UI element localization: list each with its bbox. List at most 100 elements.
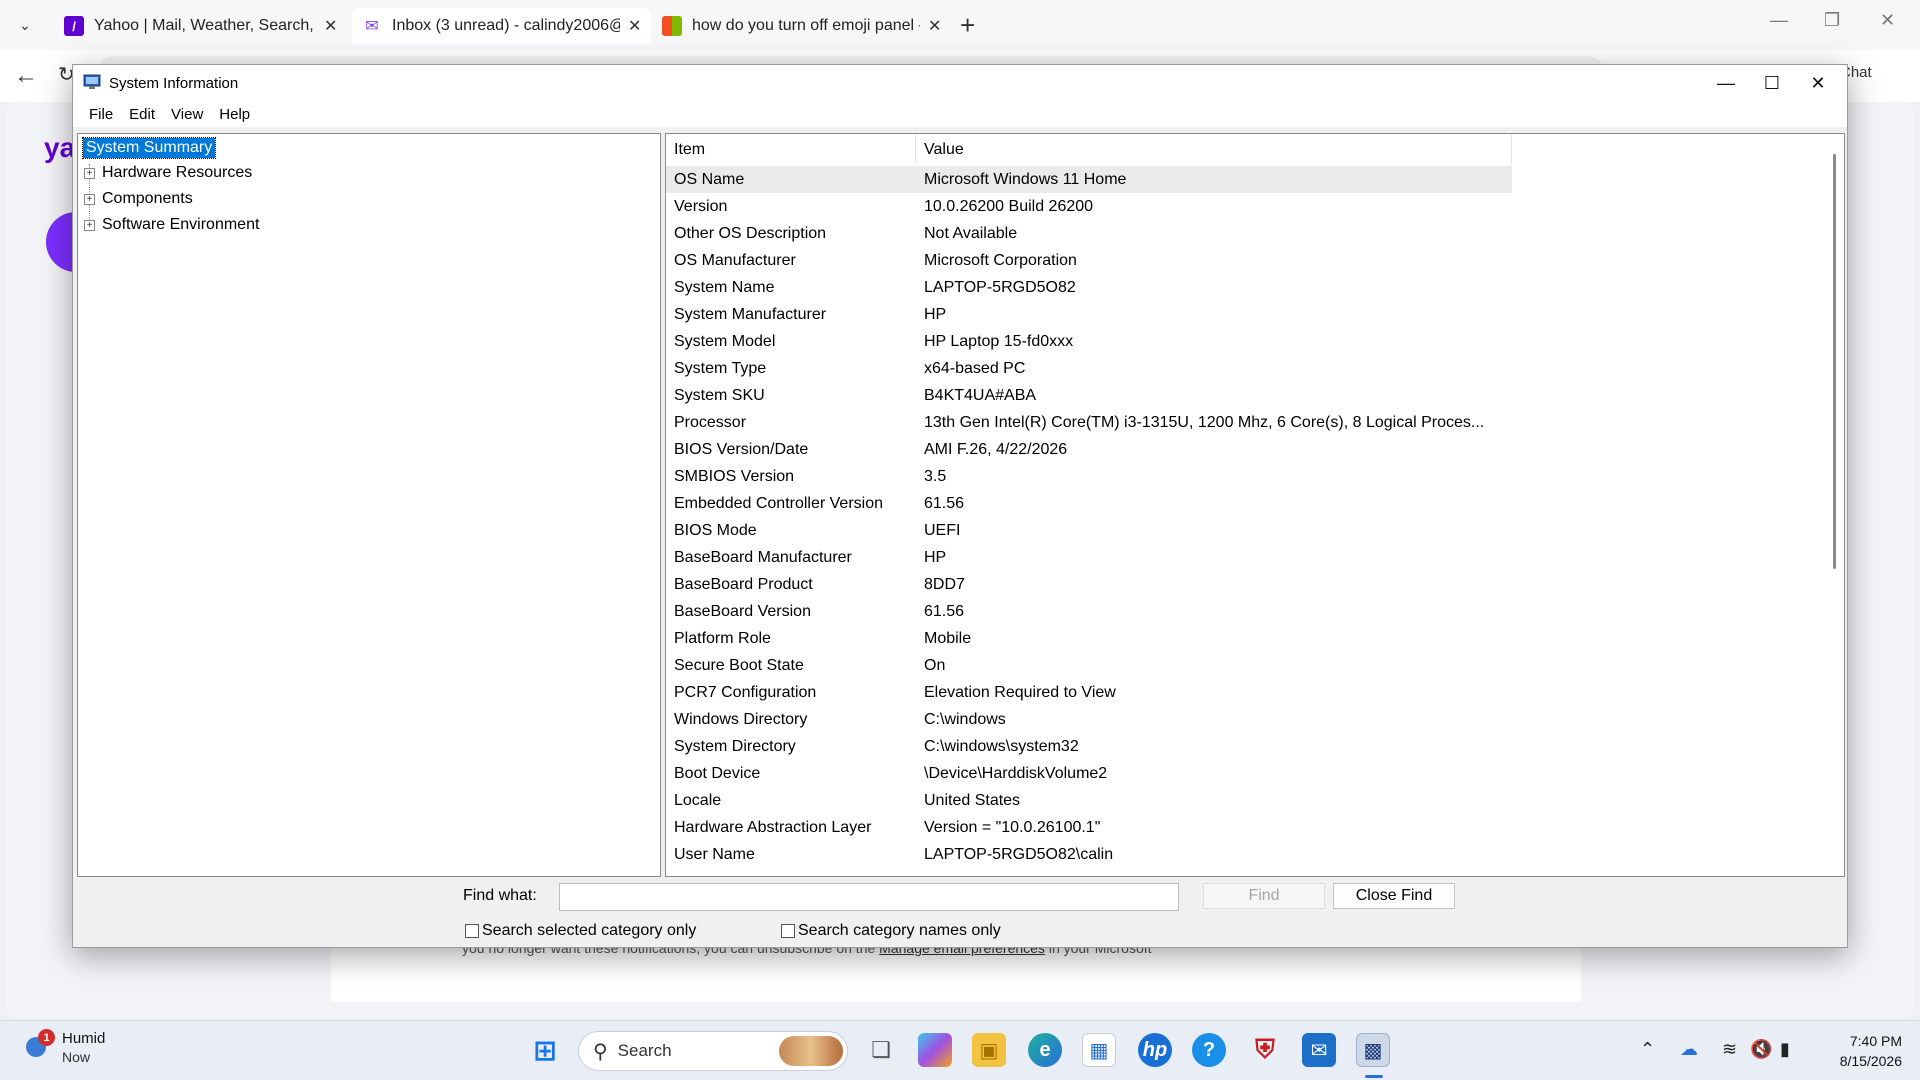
row-value-cell: 61.56 [924,494,965,512]
onedrive-cloud-icon[interactable]: ☁ [1680,1039,1698,1060]
browser-tab-yahoo[interactable]: / Yahoo | Mail, Weather, Search, Politic… [54,8,347,44]
new-tab-plus-icon[interactable]: + [960,10,975,41]
row-value-cell: HP [924,548,947,566]
copilot-icon[interactable] [918,1033,952,1067]
vertical-scrollbar[interactable] [1828,134,1842,876]
table-row[interactable]: Locale United States [666,787,1826,814]
window-title-bar[interactable]: System Information — ☐ ✕ [73,65,1847,101]
battery-icon[interactable]: ▮ [1780,1039,1790,1060]
table-row[interactable]: BIOS Version/Date AMI F.26, 4/22/2026 [666,436,1826,463]
expand-plus-icon[interactable]: + [84,220,95,231]
table-row[interactable]: OS Manufacturer Microsoft Corporation [666,247,1826,274]
list-rows: OS Name Microsoft Windows 11 Home Version 1… [666,166,1826,868]
minimize-icon[interactable]: — [1703,69,1749,97]
back-arrow-icon[interactable]: ← [14,62,38,90]
table-row[interactable]: Platform Role Mobile [666,625,1826,652]
table-row[interactable]: System Type x64-based PC [666,355,1826,382]
outlook-icon[interactable]: ✉ [1302,1033,1336,1067]
row-value-cell: 13th Gen Intel(R) Core(TM) i3-1315U, 120… [924,413,1485,431]
table-row[interactable]: System SKU B4KT4UA#ABA [666,382,1826,409]
table-row[interactable]: BIOS Mode UEFI [666,517,1826,544]
row-item-cell: Locale [674,791,722,809]
checkbox-square[interactable] [465,924,479,938]
tree-item-system-summary[interactable]: System Summary [81,137,217,159]
close-tab-icon[interactable]: ✕ [324,16,337,36]
table-row[interactable]: Processor 13th Gen Intel(R) Core(TM) i3-1… [666,409,1826,436]
row-item-cell: Secure Boot State [674,656,804,674]
system-information-taskbar-icon[interactable]: ▩ [1356,1033,1390,1067]
table-row[interactable]: Secure Boot State On [666,652,1826,679]
tree-item-components[interactable]: Components [102,190,193,208]
taskbar-clock[interactable]: 7:40 PM 8/15/2026 [1822,1031,1902,1071]
menu-file[interactable]: File [81,101,121,127]
table-row[interactable]: System Model HP Laptop 15-fd0xxx [666,328,1826,355]
maximize-icon[interactable]: ☐ [1749,69,1795,97]
close-icon[interactable]: ✕ [1795,69,1841,97]
table-row[interactable]: PCR7 Configuration Elevation Required to … [666,679,1826,706]
checkbox-label: Search category names only [798,922,1001,939]
taskbar-search[interactable]: ⚲ Search [578,1031,848,1071]
column-header-item[interactable]: Item [666,134,916,164]
tab-list-chevron-icon[interactable]: ⌄ [10,12,40,38]
browser-maximize-icon[interactable]: ❐ [1824,10,1840,31]
table-row[interactable]: Embedded Controller Version 61.56 [666,490,1826,517]
menu-view[interactable]: View [163,101,211,127]
table-row[interactable]: System Name LAPTOP-5RGD5O82 [666,274,1826,301]
menu-help[interactable]: Help [211,101,258,127]
tree-item-software-environment[interactable]: Software Environment [102,216,259,234]
search-category-names-checkbox[interactable]: Search category names only [781,922,1001,940]
browser-tab-bar: ⌄ / Yahoo | Mail, Weather, Search, Polit… [0,0,1920,50]
checkbox-label: Search selected category only [482,922,697,939]
edge-browser-icon[interactable]: e [1028,1033,1062,1067]
table-row[interactable]: OS Name Microsoft Windows 11 Home [666,166,1512,193]
table-row[interactable]: User Name LAPTOP-5RGD5O82\calin [666,841,1826,868]
table-row[interactable]: Hardware Abstraction Layer Version = "10.… [666,814,1826,841]
mcafee-shield-icon[interactable]: ⛨ [1248,1033,1282,1067]
table-row[interactable]: SMBIOS Version 3.5 [666,463,1826,490]
menu-edit[interactable]: Edit [121,101,163,127]
expand-plus-icon[interactable]: + [84,194,95,205]
row-item-cell: System Model [674,332,776,350]
close-find-button[interactable]: Close Find [1333,883,1455,909]
table-row[interactable]: BaseBoard Product 8DD7 [666,571,1826,598]
task-view-icon[interactable]: ❏ [864,1033,898,1067]
row-value-cell: United States [924,791,1021,809]
find-what-input[interactable] [559,883,1179,911]
checkbox-square[interactable] [781,924,795,938]
browser-tab-inbox[interactable]: ✉ Inbox (3 unread) - calindy2006@yahoo.c… [352,8,652,44]
help-question-icon[interactable]: ? [1192,1033,1226,1067]
table-row[interactable]: Version 10.0.26200 Build 26200 [666,193,1826,220]
table-row[interactable]: Other OS Description Not Available [666,220,1826,247]
file-explorer-icon[interactable]: ▣ [972,1033,1006,1067]
table-row[interactable]: Boot Device \Device\HarddiskVolume2 [666,760,1826,787]
table-row[interactable]: Windows Directory C:\windows [666,706,1826,733]
windows-taskbar: 1 Humid Now ⊞ ⚲ Search ❏ ▣ e ▦ hp ? ⛨ ✉ … [0,1020,1920,1080]
table-row[interactable]: System Manufacturer HP [666,301,1826,328]
wifi-icon[interactable]: ≋ [1722,1039,1737,1060]
hp-icon[interactable]: hp [1138,1033,1172,1067]
table-row[interactable]: BaseBoard Version 61.56 [666,598,1826,625]
row-item-cell: User Name [674,845,755,863]
microsoft-store-icon[interactable]: ▦ [1082,1033,1116,1067]
search-selected-category-checkbox[interactable]: Search selected category only [465,922,696,940]
search-highlight-image [779,1036,843,1066]
browser-close-icon[interactable]: ✕ [1880,10,1895,31]
weather-widget[interactable]: 1 Humid Now [24,1029,105,1067]
expand-plus-icon[interactable]: + [84,168,95,179]
row-item-cell: Hardware Abstraction Layer [674,818,872,836]
close-tab-icon[interactable]: ✕ [628,16,641,36]
tree-item-hardware-resources[interactable]: Hardware Resources [102,164,252,182]
close-tab-icon[interactable]: ✕ [928,16,941,36]
row-value-cell: AMI F.26, 4/22/2026 [924,440,1068,458]
browser-tab-search[interactable]: how do you turn off emoji panel - Search… [652,8,951,44]
column-header-value[interactable]: Value [916,134,1512,164]
show-hidden-icons-chevron-icon[interactable]: ⌃ [1640,1039,1655,1060]
table-row[interactable]: BaseBoard Manufacturer HP [666,544,1826,571]
table-row[interactable]: System Directory C:\windows\system32 [666,733,1826,760]
clock-time: 7:40 PM [1849,1033,1902,1049]
start-windows-icon[interactable]: ⊞ [528,1033,562,1067]
speaker-muted-icon[interactable]: 🔇 [1750,1039,1772,1060]
scrollbar-thumb[interactable] [1833,154,1836,569]
browser-minimize-icon[interactable]: — [1770,10,1788,31]
find-button[interactable]: Find [1203,883,1325,909]
